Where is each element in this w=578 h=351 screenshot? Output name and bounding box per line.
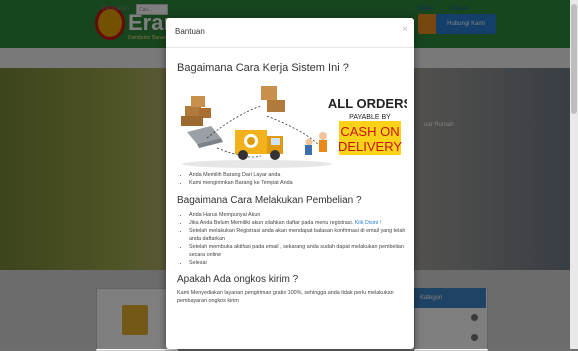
list-item: Kami mengirimkan Barang ke Tempat Anda xyxy=(189,179,409,187)
scrollbar-thumb[interactable] xyxy=(571,4,577,114)
cod-line-1: ALL ORDERS xyxy=(328,96,407,111)
help-modal: Bantuan × Bagaimana Cara Kerja Sistem In… xyxy=(166,18,414,349)
how-to-buy-list: Anda Harus Mempunyai Akun Jika Anda Belu… xyxy=(177,211,409,267)
shipping-cost-text: Kami Menyediakan layanan pengiriman grat… xyxy=(177,290,394,304)
section-heading-how-to-buy: Bagaimana Cara Melakukan Pembelian ? xyxy=(177,195,362,206)
list-item: Anda Memilih Barang Dari Layar anda xyxy=(189,171,409,179)
section-heading-how-it-works: Bagaimana Cara Kerja Sistem Ini ? xyxy=(177,62,349,74)
cod-line-4: DELIVERY xyxy=(338,139,402,154)
register-here-link[interactable]: Klik Disini ! xyxy=(355,220,381,226)
list-item: Setelah membuka aktifasi pada email , se… xyxy=(189,243,409,259)
list-item-text: Jika Anda Belum Memiliki akun silahkan d… xyxy=(189,220,354,226)
list-item: Setelah melakukan Registrasi anda akan m… xyxy=(189,227,409,243)
modal-title: Bantuan xyxy=(175,27,205,36)
cod-line-2: PAYABLE BY xyxy=(349,114,391,121)
modal-header: Bantuan × xyxy=(166,18,414,48)
page-scrollbar[interactable] xyxy=(570,0,578,349)
close-icon[interactable]: × xyxy=(402,24,408,35)
list-item: Jika Anda Belum Memiliki akun silahkan d… xyxy=(189,219,409,227)
list-item: Selesai xyxy=(189,259,409,267)
list-item: Anda Harus Mempunyai Akun xyxy=(189,211,409,219)
section-heading-shipping-cost: Apakah Ada ongkos kirim ? xyxy=(177,274,299,285)
cash-on-delivery-image: ALL ORDERS PAYABLE BY CASH ON DELIVERY xyxy=(177,78,407,170)
cod-line-3: CASH ON xyxy=(340,124,399,139)
how-it-works-list: Anda Memilih Barang Dari Layar anda Kami… xyxy=(177,171,409,187)
